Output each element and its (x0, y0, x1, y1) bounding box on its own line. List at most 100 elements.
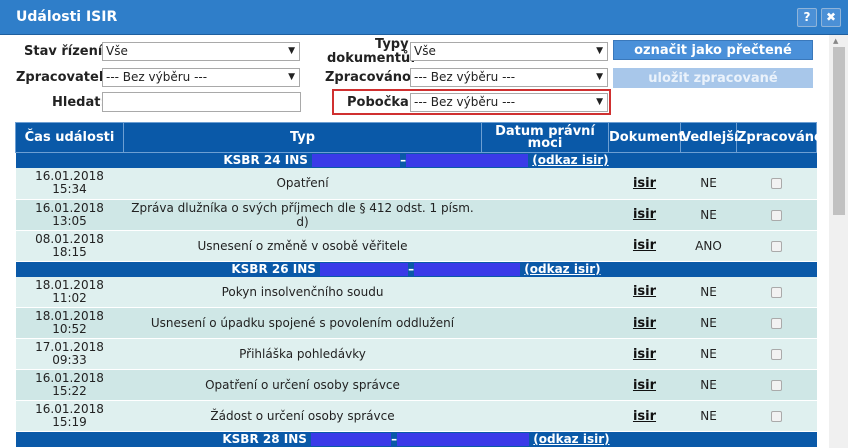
isir-document-link[interactable]: isir (633, 238, 656, 253)
processed-checkbox[interactable] (771, 380, 782, 391)
help-button[interactable]: ? (797, 8, 817, 27)
zpracovano-select-value: --- Bez výběru --- (414, 70, 516, 84)
zpracovatel-label: Zpracovatel: (16, 70, 109, 85)
case-isir-link[interactable]: (odkaz isir) (524, 262, 600, 276)
redaction-block (406, 154, 529, 167)
table-row: 08.01.2018 18:15 Usnesení o změně v osobě… (15, 230, 817, 262)
event-type: Usnesení o úpadku spojené s povolením od… (123, 307, 482, 339)
table-row: 18.01.2018 11:02 Pokyn insolvenčního soud… (15, 276, 817, 308)
header-datum-line2: moci (527, 135, 563, 151)
case-isir-link[interactable]: (odkaz isir) (532, 153, 608, 167)
isir-document-link[interactable]: isir (633, 284, 656, 299)
processed-checkbox[interactable] (771, 178, 782, 190)
event-time: 10:52 (52, 322, 87, 336)
search-input[interactable] (102, 92, 301, 112)
events-table: Čas události Typ Datum právní moci Dokume… (15, 122, 823, 447)
isir-document-link[interactable]: isir (633, 378, 656, 393)
redaction-block (397, 433, 530, 446)
header-cas[interactable]: Čas události (15, 122, 124, 153)
table-row: 16.01.2018 15:19 Žádost o určení osoby sp… (15, 400, 817, 432)
document-cell: isir (608, 199, 681, 231)
typy-label-line2: dokumentů: (327, 51, 416, 66)
scroll-up-icon[interactable]: ▲ (833, 37, 838, 45)
table-row: 18.01.2018 10:52 Usnesení o úpadku spojen… (15, 307, 817, 339)
zpracovatel-select[interactable]: --- Bez výběru --- ▼ (102, 68, 300, 87)
event-type-line2: d) (296, 214, 309, 229)
typy-select-value: Vše (414, 44, 436, 58)
event-time: 11:02 (52, 290, 87, 305)
processed-checkbox[interactable] (771, 411, 782, 422)
case-isir-link[interactable]: (odkaz isir) (533, 432, 609, 446)
event-type: Usnesení o změně v osobě věřitele (123, 230, 482, 262)
zpracovano-select[interactable]: --- Bez výběru --- ▼ (410, 68, 608, 87)
header-vedlejsi[interactable]: Vedlejší (680, 122, 738, 153)
vedlejsi-value: NE (680, 199, 737, 231)
processed-checkbox[interactable] (771, 286, 782, 298)
case-number: KSBR 24 INS (223, 153, 308, 167)
scrollbar-thumb[interactable] (833, 47, 845, 215)
document-cell: isir (608, 338, 681, 370)
redaction-block (311, 433, 392, 446)
processed-cell (736, 307, 817, 339)
isir-document-link[interactable]: isir (633, 176, 656, 191)
table-header-row: Čas události Typ Datum právní moci Dokume… (15, 122, 823, 153)
isir-document-link[interactable]: isir (633, 409, 656, 424)
table-row: 16.01.2018 15:34 Opatření isir NE (15, 168, 817, 200)
event-time-cell: 16.01.2018 15:34 (15, 168, 124, 200)
legal-date-cell (481, 338, 609, 370)
event-date: 08.01.2018 (35, 231, 104, 246)
processed-checkbox[interactable] (771, 349, 782, 360)
processed-cell (736, 276, 817, 308)
vedlejsi-value: NE (680, 168, 737, 200)
stav-label: Stav řízení: (24, 44, 108, 59)
isir-document-link[interactable]: isir (633, 316, 656, 331)
isir-document-link[interactable]: isir (633, 207, 656, 222)
legal-date-cell (481, 199, 609, 231)
legal-date-cell (481, 276, 609, 308)
case-group-cell: KSBR 28 INS – (odkaz isir) (15, 431, 817, 447)
event-time: 13:05 (52, 213, 87, 228)
stav-select[interactable]: Vše ▼ (102, 42, 300, 61)
document-cell: isir (608, 369, 681, 401)
redaction-block (312, 154, 401, 167)
pobocka-select[interactable]: --- Bez výběru --- ▼ (410, 93, 608, 112)
case-group-row: KSBR 24 INS – (odkaz isir) (15, 152, 817, 168)
processed-checkbox[interactable] (771, 318, 782, 329)
header-dokument[interactable]: Dokument (608, 122, 684, 153)
event-time: 18:15 (52, 244, 87, 259)
close-button[interactable]: ✖ (821, 8, 841, 27)
event-time-cell: 08.01.2018 18:15 (15, 230, 124, 262)
processed-cell (736, 369, 817, 401)
pobocka-select-value: --- Bez výběru --- (414, 95, 516, 109)
case-group-cell: KSBR 26 INS – (odkaz isir) (15, 261, 817, 277)
event-date: 16.01.2018 (35, 169, 104, 184)
processed-checkbox[interactable] (771, 209, 782, 221)
event-time: 15:34 (52, 182, 87, 197)
isir-document-link[interactable]: isir (633, 347, 656, 362)
header-zpracovano[interactable]: Zpracováno (736, 122, 823, 153)
header-datum[interactable]: Datum právní moci (481, 122, 609, 153)
redaction-block (414, 262, 521, 276)
processed-checkbox[interactable] (771, 240, 782, 252)
case-group-row: KSBR 28 INS – (odkaz isir) (15, 431, 817, 447)
event-date: 17.01.2018 (35, 340, 104, 354)
processed-cell (736, 199, 817, 231)
chevron-down-icon: ▼ (596, 46, 603, 56)
processed-cell (736, 400, 817, 432)
chevron-down-icon: ▼ (288, 72, 295, 82)
event-time-cell: 18.01.2018 11:02 (15, 276, 124, 308)
event-type: Opatření (123, 168, 482, 200)
table-row: 17.01.2018 09:33 Přihláška pohledávky isi… (15, 338, 817, 370)
vedlejsi-value: NE (680, 400, 737, 432)
event-time: 15:19 (52, 415, 87, 429)
header-typ[interactable]: Typ (123, 122, 482, 153)
save-processed-button[interactable]: uložit zpracované (613, 68, 813, 88)
event-time: 15:22 (52, 384, 87, 398)
event-type: Zpráva dlužníka o svých příjmech dle § 4… (123, 199, 482, 231)
case-number: KSBR 28 INS (222, 432, 307, 446)
table-row: 16.01.2018 15:22 Opatření o určení osoby … (15, 369, 817, 401)
typy-select[interactable]: Vše ▼ (410, 42, 608, 61)
mark-read-button[interactable]: označit jako přečtené (613, 40, 813, 60)
event-date: 16.01.2018 (35, 402, 104, 416)
zpracovano-label: Zpracováno: (325, 70, 417, 85)
